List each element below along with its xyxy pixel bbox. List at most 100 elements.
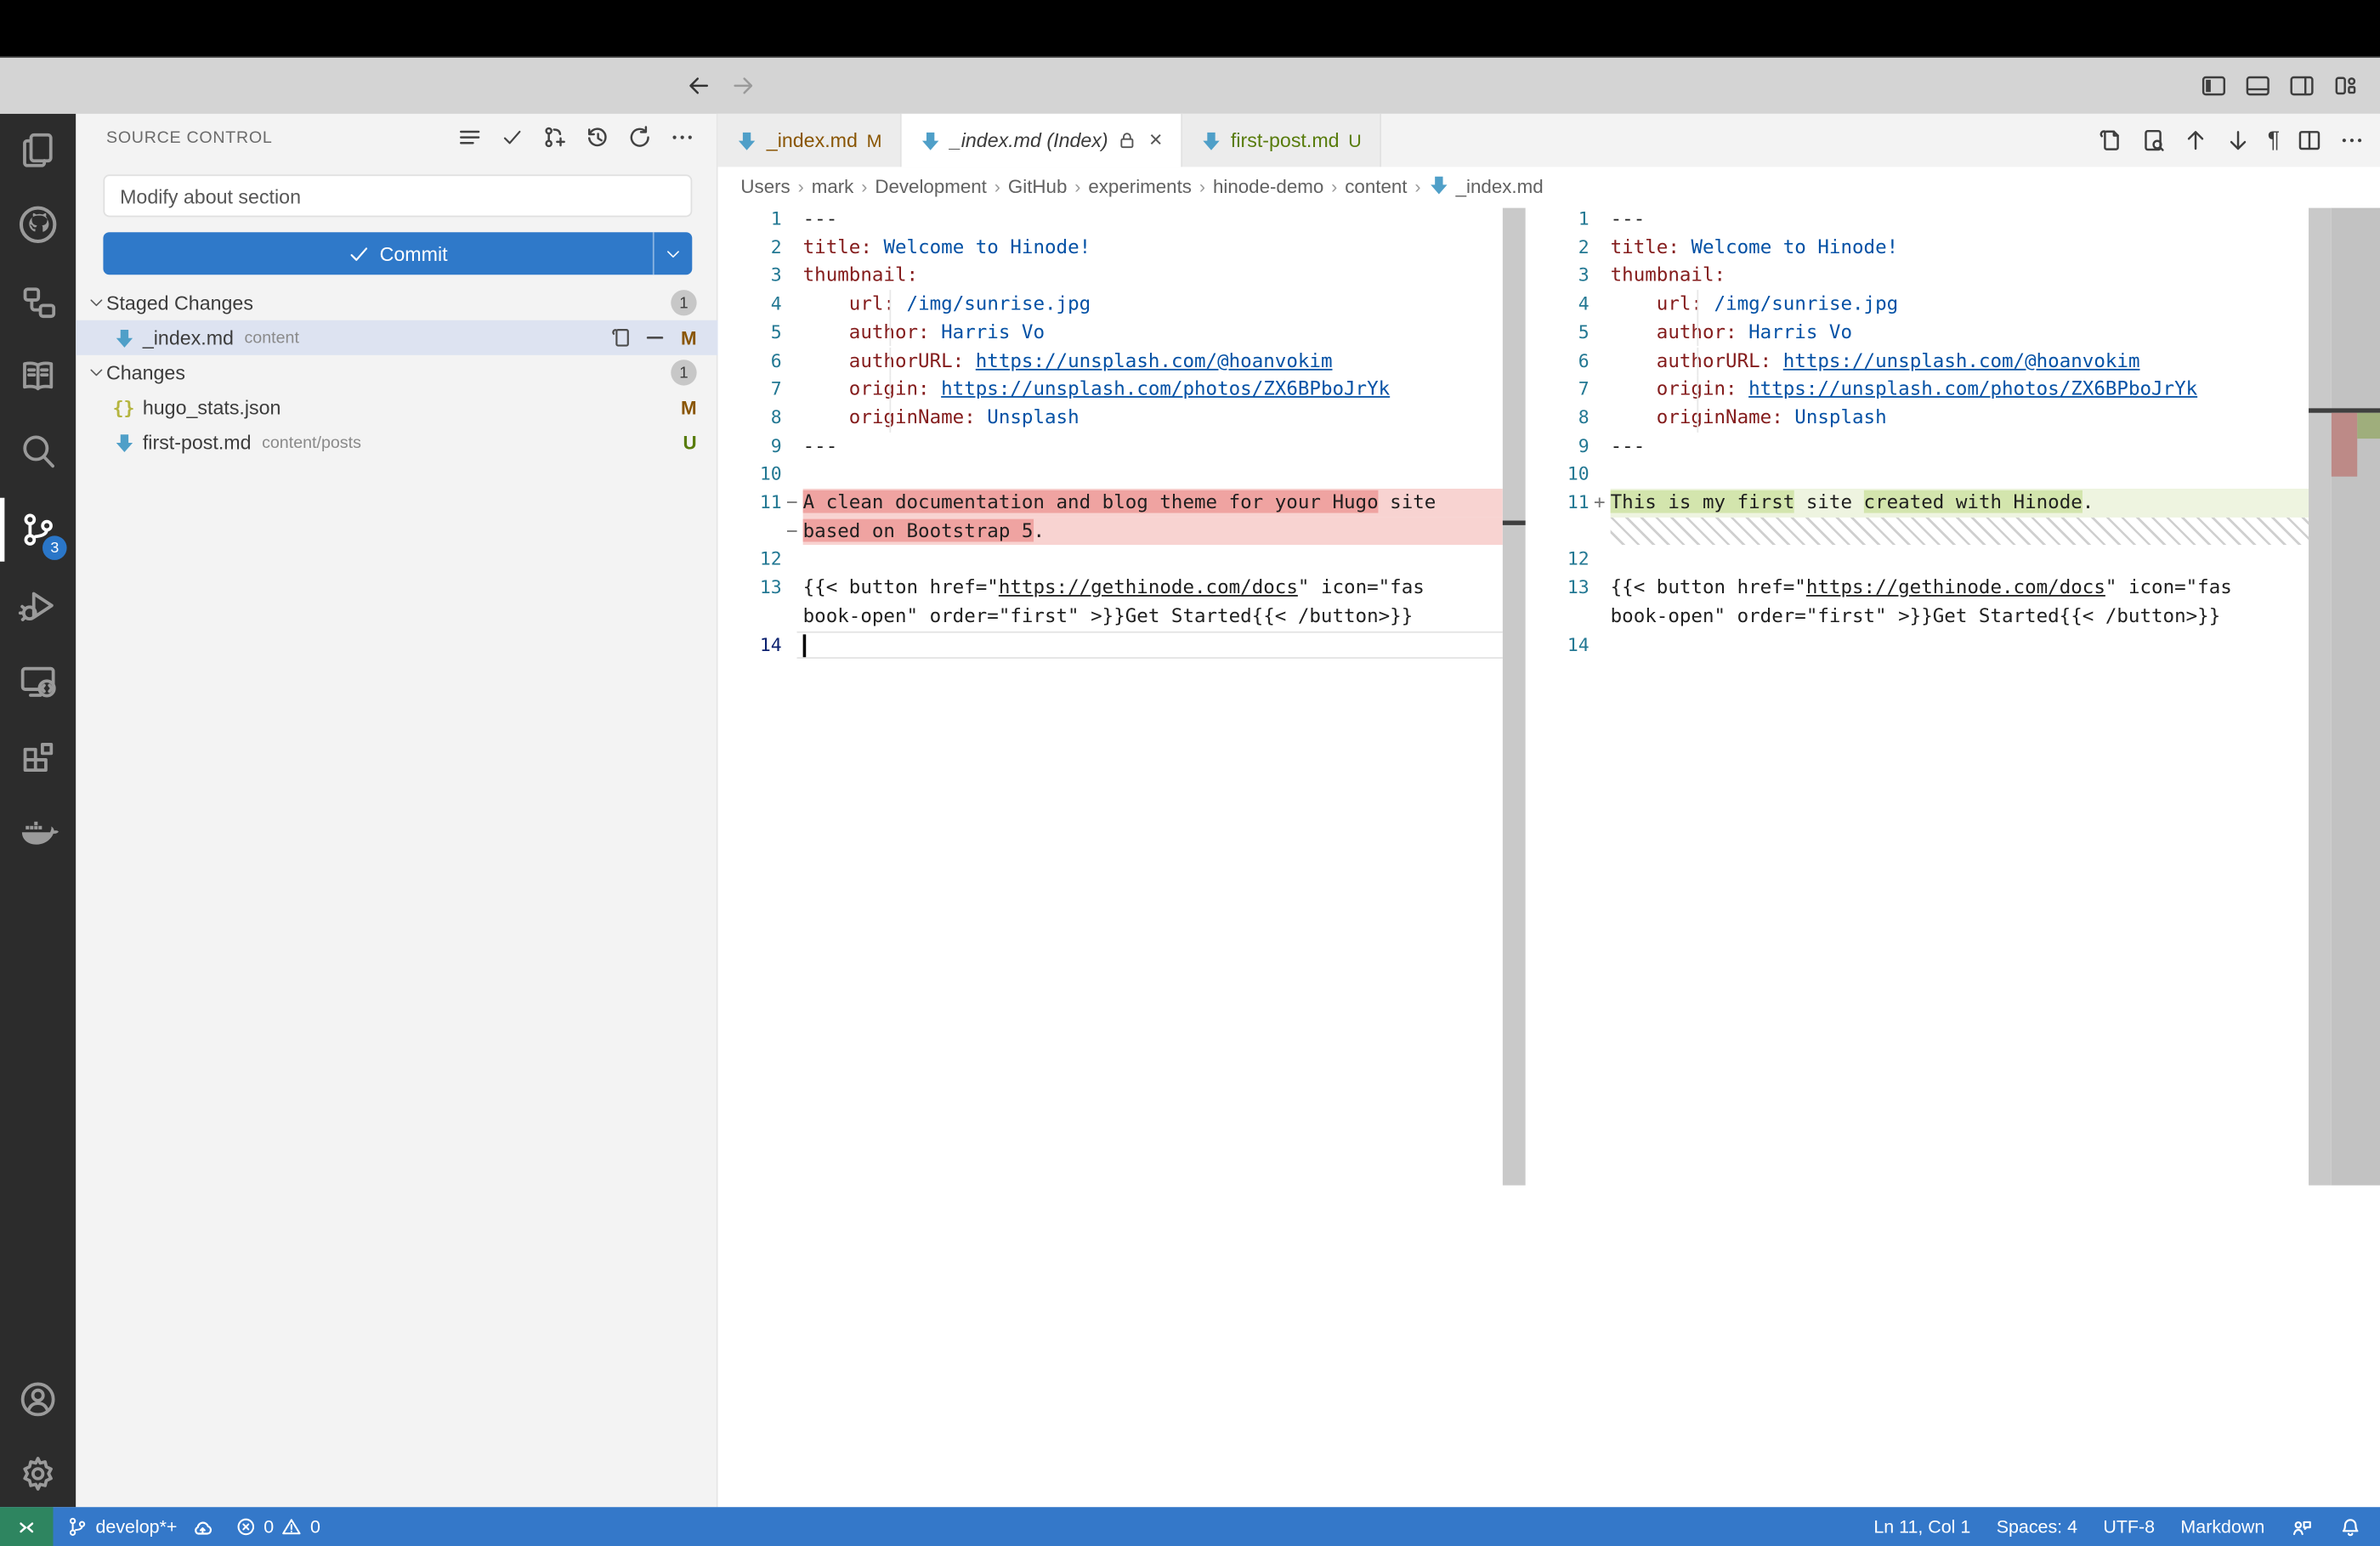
open-file-action-icon[interactable] bbox=[2098, 127, 2123, 153]
activity-item-source-control[interactable]: 3 bbox=[0, 495, 76, 564]
encoding-status[interactable]: UTF-8 bbox=[2103, 1516, 2155, 1538]
file-row-_index.md[interactable]: _index.mdcontentM bbox=[76, 320, 717, 355]
breadcrumb-item-development[interactable]: Development bbox=[875, 175, 987, 196]
code-row[interactable]: book-open" order="first" >}}Get Started{… bbox=[1526, 603, 2309, 631]
remote-indicator[interactable] bbox=[0, 1507, 53, 1546]
layout-customize-icon[interactable] bbox=[2333, 73, 2359, 99]
code-row[interactable]: 3thumbnail: bbox=[718, 262, 1503, 290]
code-row[interactable]: 5 author: Harris Vo bbox=[1526, 319, 2309, 347]
graph-plus-icon[interactable] bbox=[541, 123, 568, 150]
activity-item-hierarchy[interactable] bbox=[0, 267, 76, 337]
next-change-icon[interactable] bbox=[2225, 127, 2251, 153]
commit-check-icon[interactable] bbox=[498, 123, 525, 150]
code-row[interactable]: 10 bbox=[1526, 461, 2309, 489]
breadcrumb[interactable]: Users›mark›Development›GitHub›experiment… bbox=[718, 167, 2380, 205]
activity-item-search[interactable] bbox=[0, 416, 76, 485]
code-row[interactable]: 11−A clean documentation and blog theme … bbox=[718, 489, 1503, 517]
code-row[interactable]: 12 bbox=[718, 546, 1503, 574]
layout-sidebar-left-icon[interactable] bbox=[2201, 73, 2226, 99]
language-mode[interactable]: Markdown bbox=[2180, 1516, 2264, 1538]
code-row[interactable]: 1--- bbox=[1526, 205, 2309, 233]
layout-panel-icon[interactable] bbox=[2245, 73, 2270, 99]
history-icon[interactable] bbox=[583, 123, 610, 150]
code-row[interactable]: 4 url: /img/sunrise.jpg bbox=[718, 290, 1503, 318]
indentation-status[interactable]: Spaces: 4 bbox=[1997, 1516, 2077, 1538]
activity-item-explorer[interactable] bbox=[0, 116, 76, 185]
breadcrumb-item-experiments[interactable]: experiments bbox=[1088, 175, 1192, 196]
breadcrumb-item-hinode-demo[interactable]: hinode-demo bbox=[1213, 175, 1323, 196]
unstage-minus-icon[interactable] bbox=[643, 326, 666, 349]
cursor-position[interactable]: Ln 11, Col 1 bbox=[1873, 1516, 1970, 1538]
prev-change-icon[interactable] bbox=[2183, 127, 2208, 153]
tab-first-post-md[interactable]: first-post.mdU bbox=[1182, 114, 1381, 167]
code-row[interactable]: book-open" order="first" >}}Get Started{… bbox=[718, 603, 1503, 631]
code-row[interactable]: 3thumbnail: bbox=[1526, 262, 2309, 290]
activity-item-remote-explorer[interactable] bbox=[0, 647, 76, 716]
activity-item-book[interactable] bbox=[0, 342, 76, 411]
left-scrollbar[interactable] bbox=[1503, 208, 1526, 1186]
code-row[interactable]: 7 origin: https://unsplash.com/photos/ZX… bbox=[718, 375, 1503, 403]
code-row[interactable]: −based on Bootstrap 5. bbox=[718, 517, 1503, 545]
code-row[interactable]: 8 originName: Unsplash bbox=[1526, 404, 2309, 432]
code-row[interactable]: 9--- bbox=[718, 432, 1503, 460]
code-row[interactable]: 6 authorURL: https://unsplash.com/@hoanv… bbox=[718, 347, 1503, 375]
code-row[interactable]: 9--- bbox=[1526, 432, 2309, 460]
code-row[interactable]: 5 author: Harris Vo bbox=[718, 319, 1503, 347]
problems-status[interactable]: 0 0 bbox=[235, 1516, 320, 1538]
activity-item-github[interactable] bbox=[0, 190, 76, 259]
breadcrumb-item-users[interactable]: Users bbox=[740, 175, 790, 196]
code-row[interactable]: 13{{< button href="https://gethinode.com… bbox=[1526, 574, 2309, 602]
diff-editor[interactable]: 1---2title: Welcome to Hinode!3thumbnail… bbox=[718, 205, 2380, 1507]
code-row[interactable]: 2title: Welcome to Hinode! bbox=[1526, 233, 2309, 261]
activity-item-extensions[interactable] bbox=[0, 721, 76, 790]
code-row[interactable]: 12 bbox=[1526, 546, 2309, 574]
back-icon[interactable] bbox=[686, 73, 711, 99]
activity-item-account[interactable] bbox=[0, 1364, 76, 1434]
code-row[interactable]: 2title: Welcome to Hinode! bbox=[718, 233, 1503, 261]
breadcrumb-item-mark[interactable]: mark bbox=[812, 175, 854, 196]
more-icon[interactable] bbox=[2339, 127, 2365, 153]
breadcrumb-item-github[interactable]: GitHub bbox=[1008, 175, 1067, 196]
split-editor-icon[interactable] bbox=[2297, 127, 2322, 153]
close-icon[interactable]: × bbox=[1149, 127, 1163, 153]
code-row[interactable]: 10 bbox=[718, 461, 1503, 489]
code-row[interactable]: 14 bbox=[1526, 631, 2309, 659]
file-row-first-post.md[interactable]: first-post.mdcontent/postsU bbox=[76, 425, 717, 460]
tab--index-md[interactable]: _index.mdM bbox=[718, 114, 902, 167]
diff-modified-pane[interactable]: 1---2title: Welcome to Hinode!3thumbnail… bbox=[1526, 205, 2309, 1507]
code-row[interactable]: 1--- bbox=[718, 205, 1503, 233]
branch-status[interactable]: develop*+ bbox=[67, 1515, 214, 1538]
code-row[interactable]: 6 authorURL: https://unsplash.com/@hoanv… bbox=[1526, 347, 2309, 375]
forward-icon[interactable] bbox=[730, 73, 756, 99]
tab--index-md-index-[interactable]: _index.md (Index)× bbox=[902, 114, 1182, 167]
breadcrumb-item-_index.md[interactable]: _index.md bbox=[1428, 174, 1543, 197]
code-row[interactable]: 8 originName: Unsplash bbox=[718, 404, 1503, 432]
commit-button[interactable]: Commit bbox=[103, 232, 692, 275]
commit-message-input[interactable] bbox=[103, 174, 692, 217]
compare-icon[interactable] bbox=[2140, 127, 2166, 153]
file-row-hugo_stats.json[interactable]: {}hugo_stats.jsonM bbox=[76, 390, 717, 425]
code-row[interactable]: 14 bbox=[718, 631, 1503, 659]
more-icon[interactable] bbox=[668, 123, 695, 150]
open-file-icon[interactable] bbox=[610, 326, 633, 349]
layout-sidebar-right-icon[interactable] bbox=[2289, 73, 2315, 99]
refresh-icon[interactable] bbox=[626, 123, 653, 150]
diff-original-pane[interactable]: 1---2title: Welcome to Hinode!3thumbnail… bbox=[718, 205, 1503, 1507]
code-row[interactable]: 11+This is my first site created with Hi… bbox=[1526, 489, 2309, 517]
feedback-icon[interactable] bbox=[2291, 1515, 2314, 1538]
code-row[interactable] bbox=[1526, 517, 2309, 545]
right-scrollbar[interactable] bbox=[2309, 208, 2332, 1186]
code-row[interactable]: 4 url: /img/sunrise.jpg bbox=[1526, 290, 2309, 318]
pilcrow-icon[interactable]: ¶ bbox=[2268, 129, 2280, 152]
view-as-list-icon[interactable] bbox=[456, 123, 483, 150]
activity-item-docker[interactable] bbox=[0, 796, 76, 865]
code-row[interactable]: 13{{< button href="https://gethinode.com… bbox=[718, 574, 1503, 602]
bell-icon[interactable] bbox=[2339, 1515, 2362, 1538]
activity-item-settings[interactable] bbox=[0, 1439, 76, 1509]
breadcrumb-item-content[interactable]: content bbox=[1345, 175, 1407, 196]
section-header-staged-changes[interactable]: Staged Changes1 bbox=[76, 286, 717, 320]
commit-dropdown-button[interactable] bbox=[653, 232, 692, 275]
code-row[interactable]: 7 origin: https://unsplash.com/photos/ZX… bbox=[1526, 375, 2309, 403]
activity-item-debug[interactable] bbox=[0, 570, 76, 640]
section-header-changes[interactable]: Changes1 bbox=[76, 355, 717, 390]
